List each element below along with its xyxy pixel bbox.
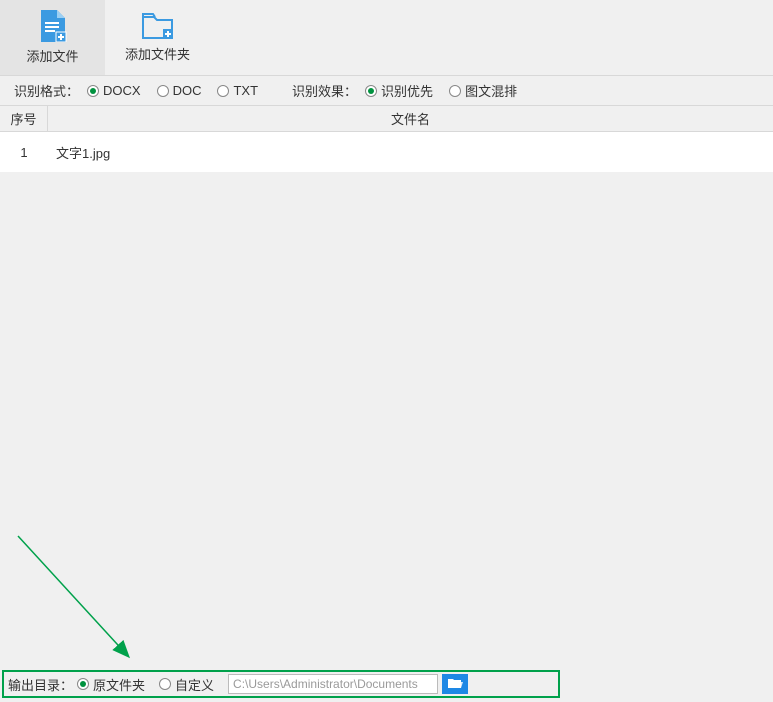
output-path-input[interactable]: C:\Users\Administrator\Documents [228, 674, 438, 694]
radio-docx-label: DOCX [103, 83, 141, 98]
toolbar: 添加文件 添加文件夹 [0, 0, 773, 76]
radio-priority[interactable]: 识别优先 [365, 81, 433, 100]
add-file-label: 添加文件 [26, 46, 78, 65]
empty-area [0, 172, 773, 670]
cell-name: 文字1.jpg [48, 143, 110, 162]
column-seq-header: 序号 [0, 106, 48, 131]
radio-circle-icon [159, 678, 171, 690]
radio-doc-label: DOC [173, 83, 202, 98]
radio-circle-icon [365, 85, 377, 97]
radio-priority-label: 识别优先 [381, 81, 433, 100]
radio-circle-icon [77, 678, 89, 690]
format-label: 识别格式： [14, 81, 79, 100]
add-folder-button[interactable]: 添加文件夹 [105, 0, 210, 75]
radio-custom-label: 自定义 [175, 675, 214, 694]
cell-seq: 1 [0, 145, 48, 160]
radio-orig-folder[interactable]: 原文件夹 [77, 675, 145, 694]
radio-circle-icon [87, 85, 99, 97]
radio-mixed[interactable]: 图文混排 [449, 81, 517, 100]
annotation-arrow-icon [0, 172, 773, 702]
radio-orig-label: 原文件夹 [93, 675, 145, 694]
options-bar: 识别格式： DOCX DOC TXT 识别效果： 识别优先 图文混排 [0, 76, 773, 106]
radio-txt[interactable]: TXT [217, 83, 258, 98]
radio-txt-label: TXT [233, 83, 258, 98]
column-name-header: 文件名 [48, 109, 773, 128]
folder-add-icon [142, 12, 174, 40]
output-panel: 输出目录： 原文件夹 自定义 C:\Users\Administrator\Do… [2, 670, 560, 698]
output-label: 输出目录： [8, 675, 73, 694]
radio-docx[interactable]: DOCX [87, 83, 141, 98]
table-row[interactable]: 1 文字1.jpg [0, 132, 773, 172]
add-file-button[interactable]: 添加文件 [0, 0, 105, 75]
radio-custom-folder[interactable]: 自定义 [159, 675, 214, 694]
file-add-icon [39, 10, 67, 42]
folder-open-icon [447, 677, 463, 692]
radio-circle-icon [157, 85, 169, 97]
table-body: 1 文字1.jpg [0, 132, 773, 172]
browse-button[interactable] [442, 674, 468, 694]
radio-circle-icon [217, 85, 229, 97]
table-header: 序号 文件名 [0, 106, 773, 132]
radio-circle-icon [449, 85, 461, 97]
radio-doc[interactable]: DOC [157, 83, 202, 98]
radio-mixed-label: 图文混排 [465, 81, 517, 100]
add-folder-label: 添加文件夹 [125, 44, 190, 63]
effect-label: 识别效果： [292, 81, 357, 100]
